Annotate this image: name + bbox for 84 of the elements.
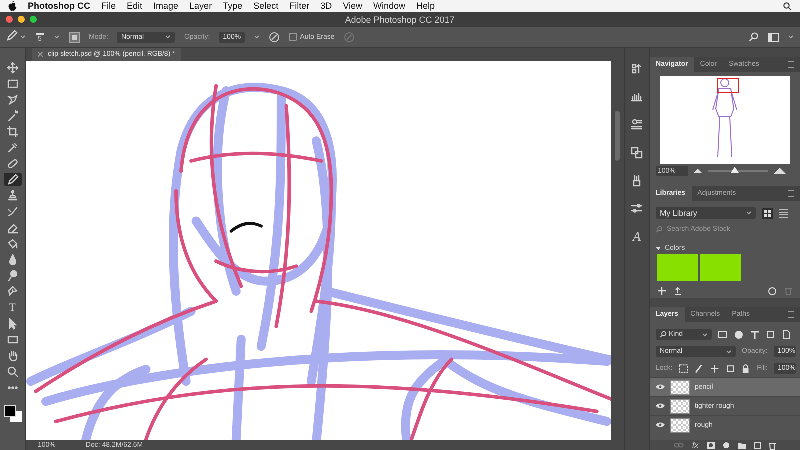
caret-icon xyxy=(702,332,708,336)
sliders-icon[interactable] xyxy=(630,202,644,216)
color-swatch[interactable] xyxy=(657,254,698,281)
caret-icon xyxy=(254,35,260,39)
menu-item[interactable]: Layer xyxy=(190,1,212,11)
lock-icon[interactable] xyxy=(741,364,752,374)
view-area-indicator[interactable] xyxy=(717,78,739,93)
search-icon[interactable] xyxy=(749,32,759,42)
mask-icon[interactable] xyxy=(706,442,715,450)
caret-icon xyxy=(746,211,752,215)
foreground-color-swatch[interactable] xyxy=(4,405,16,417)
brush-icon[interactable] xyxy=(694,364,704,374)
new-layer-icon[interactable] xyxy=(754,442,761,450)
zoom-out-icon[interactable] xyxy=(694,169,702,173)
image-filter-icon[interactable] xyxy=(718,330,728,340)
layer-thumbnail xyxy=(670,418,690,432)
pencil-icon[interactable] xyxy=(4,173,22,186)
zoom-in-icon[interactable] xyxy=(774,168,786,174)
character-panel-button[interactable]: A xyxy=(630,230,644,244)
search-icon xyxy=(660,331,667,338)
menu-item[interactable]: Edit xyxy=(127,1,143,11)
menu-item[interactable]: Type xyxy=(223,1,243,11)
upload-icon[interactable] xyxy=(674,287,682,295)
smart-object-filter-icon[interactable] xyxy=(782,330,792,340)
brush-stroke-icon[interactable] xyxy=(35,31,45,36)
palette-icon[interactable] xyxy=(768,286,777,296)
menu-item[interactable]: Image xyxy=(154,1,179,11)
expand-arrow-icon[interactable] xyxy=(656,246,661,251)
menu-item[interactable]: View xyxy=(343,1,362,11)
type-tool[interactable]: T xyxy=(4,301,22,314)
navigator-preview[interactable] xyxy=(660,76,790,164)
background-color-swatch[interactable] xyxy=(10,411,22,422)
window-title: Adobe Photoshop CC 2017 xyxy=(345,14,455,24)
menu-item[interactable]: Help xyxy=(416,1,435,11)
effects-button[interactable]: fx xyxy=(692,441,699,450)
workspace-icon[interactable] xyxy=(768,32,779,42)
artboard-icon[interactable] xyxy=(726,364,736,374)
caret-icon xyxy=(726,350,732,354)
search-icon[interactable] xyxy=(783,2,792,10)
menu-item[interactable]: File xyxy=(102,1,116,11)
eye-icon[interactable] xyxy=(656,422,665,428)
close-icon[interactable] xyxy=(38,52,43,57)
layer-thumbnail xyxy=(670,380,690,394)
lock-pixels-icon[interactable] xyxy=(678,364,688,374)
add-icon[interactable] xyxy=(658,287,666,295)
color-swatch[interactable] xyxy=(700,254,741,281)
menu-item[interactable]: 3D xyxy=(320,1,332,11)
clone-source-icon[interactable] xyxy=(630,146,644,160)
caret-icon xyxy=(54,35,60,39)
app-menu[interactable]: Photoshop CC xyxy=(28,1,90,11)
pressure-icon[interactable] xyxy=(269,32,280,42)
panel-menu-icon[interactable] xyxy=(788,190,794,197)
close-button[interactable] xyxy=(6,16,13,23)
folder-icon[interactable] xyxy=(738,442,746,450)
type-filter-icon[interactable] xyxy=(750,330,760,340)
auto-erase-checkbox[interactable] xyxy=(289,33,298,41)
eye-icon[interactable] xyxy=(656,403,665,409)
adjustment-icon[interactable] xyxy=(722,442,730,450)
list-view-icon[interactable] xyxy=(779,208,788,218)
panel-menu-icon[interactable] xyxy=(788,311,794,318)
caret-icon xyxy=(788,35,794,39)
move-icon[interactable] xyxy=(710,364,720,374)
shape-filter-icon[interactable] xyxy=(766,330,776,340)
minimize-button[interactable] xyxy=(18,16,25,23)
brush-panel-icon[interactable] xyxy=(69,32,80,42)
grid-view-icon[interactable] xyxy=(762,208,773,218)
slider-thumb[interactable] xyxy=(731,167,739,173)
caret-icon xyxy=(165,35,172,39)
apple-logo-icon[interactable] xyxy=(8,1,17,11)
menu-item[interactable]: Select xyxy=(254,1,279,11)
panel-menu-icon[interactable] xyxy=(788,61,794,68)
eye-icon[interactable] xyxy=(656,384,665,390)
menu-item[interactable]: Filter xyxy=(290,1,310,11)
scrollbar-thumb[interactable] xyxy=(615,111,620,161)
zoom-button[interactable] xyxy=(30,16,37,23)
layer-thumbnail xyxy=(670,398,690,414)
library-dropdown[interactable]: My Library xyxy=(656,207,756,219)
menu-item[interactable]: Window xyxy=(373,1,406,11)
history-icon[interactable] xyxy=(630,62,644,76)
properties-icon[interactable] xyxy=(630,118,644,132)
search-icon xyxy=(656,226,663,232)
pencil-icon[interactable] xyxy=(6,30,18,44)
caret-icon xyxy=(20,35,26,39)
adjustment-filter-icon[interactable] xyxy=(734,330,744,340)
